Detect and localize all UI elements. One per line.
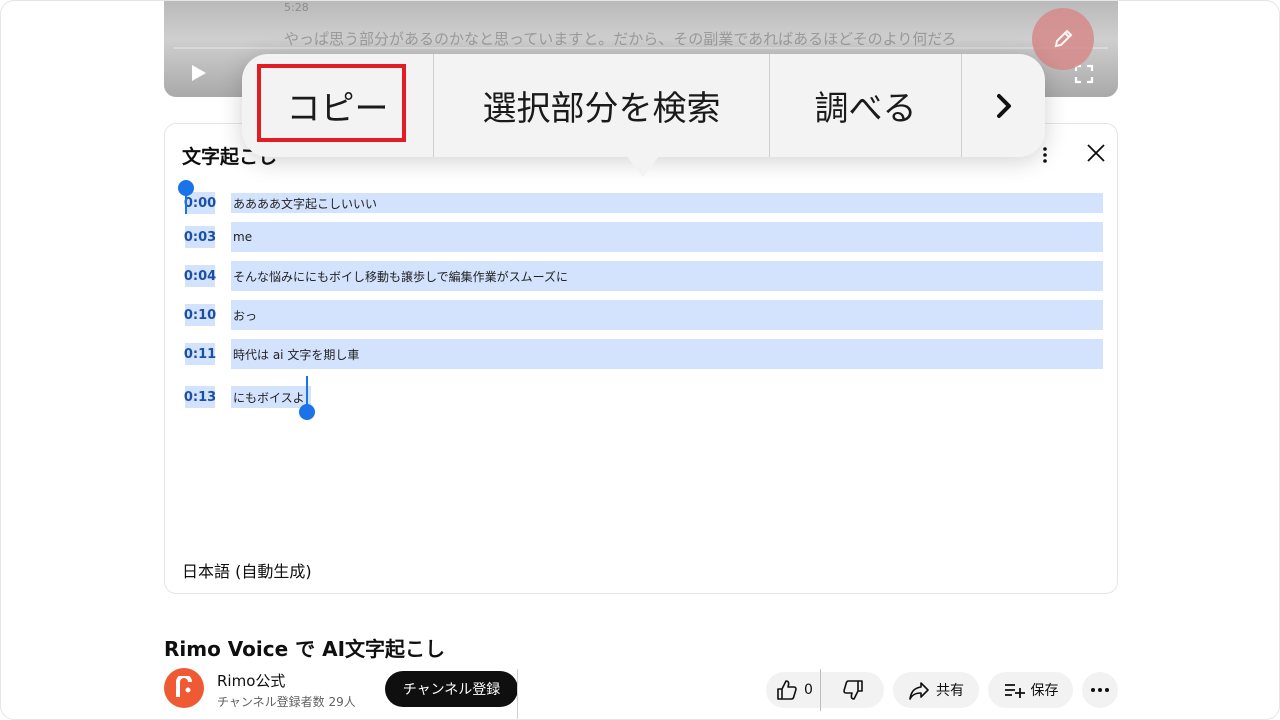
share-icon — [908, 679, 930, 701]
subscribe-button[interactable]: チャンネル登録 — [385, 671, 518, 707]
chevron-right-icon — [993, 92, 1015, 120]
playlist-add-icon — [1003, 679, 1025, 701]
transcript-segment[interactable]: 0:03 me — [184, 222, 1103, 252]
pencil-icon — [1052, 28, 1074, 50]
like-button[interactable]: 0 — [766, 672, 820, 708]
segment-text: ああああ文字起こしいいい — [231, 193, 1103, 213]
segment-text: にもボイスよ — [231, 386, 311, 408]
transcript-panel: 文字起こし 0:00 ああああ文字起こしいいい 0:03 me 0:04 そんな… — [164, 123, 1118, 594]
channel-name[interactable]: Rimo公式 — [217, 670, 285, 691]
transcript-segment[interactable]: 0:13 にもボイスよ — [184, 382, 311, 412]
fullscreen-icon[interactable] — [1074, 64, 1094, 84]
copy-menu-item[interactable]: コピー — [242, 54, 434, 157]
avatar[interactable] — [164, 668, 204, 708]
segment-text: me — [231, 222, 1103, 252]
close-icon[interactable] — [1085, 142, 1107, 164]
segment-text: おっ — [231, 300, 1103, 330]
more-menu-item[interactable] — [962, 54, 1045, 157]
language-label: 日本語 (自動生成) — [182, 562, 312, 581]
like-count: 0 — [804, 682, 813, 698]
more-horiz-icon — [1090, 687, 1110, 693]
thumbs-up-icon — [776, 679, 798, 701]
selection-context-menu: コピー 選択部分を検索 調べる — [242, 54, 1045, 157]
transcript-segment[interactable]: 0:11 時代は ai 文字を期し車 — [184, 339, 1103, 369]
app-frame: 5:28 やっぱ思う部分があるのかなと思っていますと。だから、その副業であればあ… — [0, 0, 1280, 720]
segment-timestamp[interactable]: 0:13 — [184, 386, 216, 408]
thumbs-down-icon — [842, 679, 864, 701]
play-icon[interactable] — [188, 63, 208, 83]
search-selection-menu-item[interactable]: 選択部分を検索 — [434, 54, 770, 157]
segment-timestamp[interactable]: 0:11 — [184, 343, 216, 365]
divider — [517, 669, 518, 719]
segment-timestamp[interactable]: 0:03 — [184, 226, 216, 248]
context-menu-pointer — [623, 151, 663, 177]
share-button[interactable]: 共有 — [893, 672, 979, 708]
subscriber-count: チャンネル登録者数 29人 — [217, 695, 356, 709]
save-label: 保存 — [1030, 683, 1059, 699]
progress-bar[interactable] — [174, 47, 1108, 49]
selection-end-handle[interactable] — [299, 376, 315, 420]
save-button[interactable]: 保存 — [988, 672, 1073, 708]
player-time: 5:28 — [284, 1, 309, 14]
segment-text: そんな悩みににもボイし移動も譲歩しで編集作業がスムーズに — [231, 261, 1103, 291]
dislike-button[interactable] — [821, 672, 884, 708]
player-caption: やっぱ思う部分があるのかなと思っていますと。だから、その副業であればあるほどその… — [284, 30, 957, 48]
selection-start-handle[interactable] — [178, 180, 194, 214]
share-label: 共有 — [936, 683, 964, 699]
transcript-segment[interactable]: 0:04 そんな悩みににもボイし移動も譲歩しで編集作業がスムーズに — [184, 261, 1103, 291]
lookup-menu-item[interactable]: 調べる — [770, 54, 962, 157]
transcript-segment[interactable]: 0:10 おっ — [184, 300, 1103, 330]
video-title: Rimo Voice で AI文字起こし — [164, 637, 446, 661]
segment-timestamp[interactable]: 0:10 — [184, 304, 216, 326]
segment-timestamp[interactable]: 0:04 — [184, 265, 216, 287]
segment-timestamp[interactable]: 0:00 — [184, 192, 216, 214]
transcript-segment[interactable]: 0:00 ああああ文字起こしいいい — [184, 188, 1103, 218]
segment-text: 時代は ai 文字を期し車 — [231, 339, 1103, 369]
more-actions-button[interactable] — [1082, 672, 1118, 708]
